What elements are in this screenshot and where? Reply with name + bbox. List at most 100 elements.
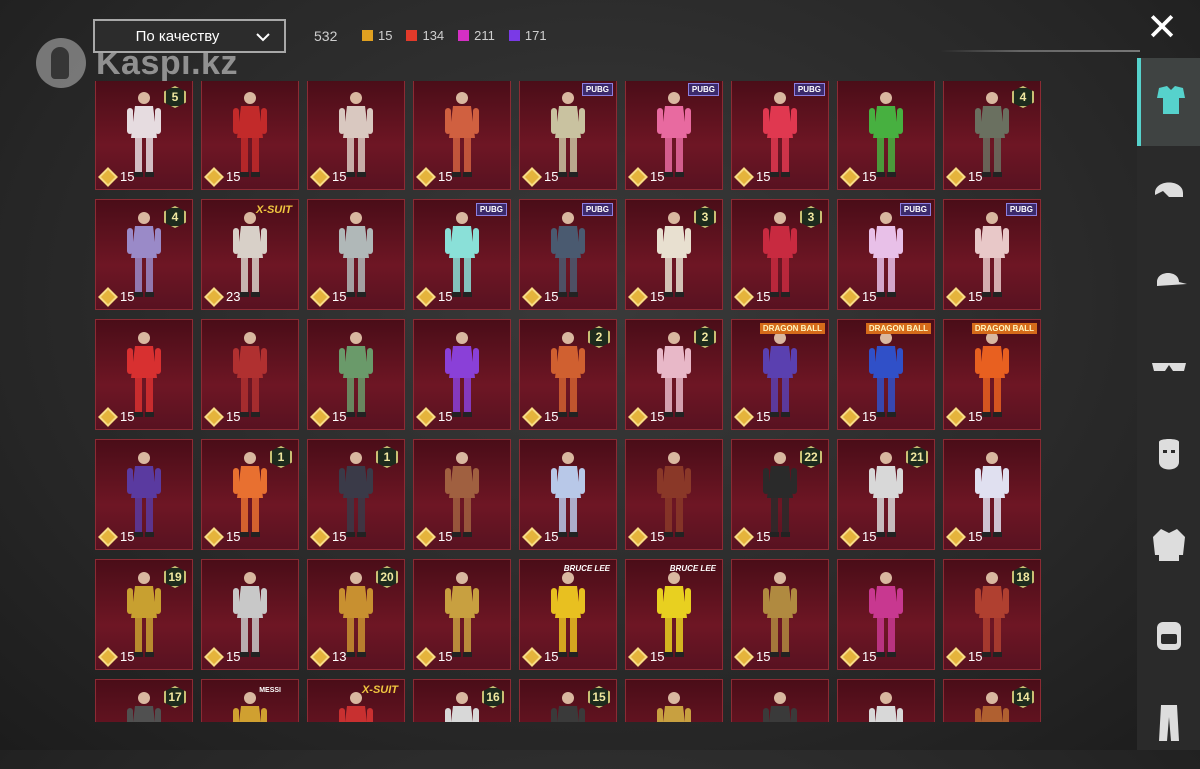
price-value: 15 (120, 529, 135, 544)
quality-count-value: 171 (524, 28, 547, 43)
outfit-card[interactable]: 15 (625, 439, 723, 550)
outfit-figure-icon (233, 332, 267, 417)
outfit-card[interactable]: 15 (943, 439, 1041, 550)
outfit-card[interactable] (731, 679, 829, 722)
outfit-card[interactable]: 5 15 (95, 81, 193, 190)
outfit-card[interactable]: 19 15 (95, 559, 193, 670)
inventory-grid[interactable]: 5 15 15 15 15 PUBG 15 PUBG 15 PUBG 15 15 4 15 4 15 X-SUI… (95, 81, 1045, 722)
outfit-card[interactable]: PUBG 15 (731, 81, 829, 190)
sidebar-item-helmet[interactable] (1137, 147, 1200, 235)
outfit-card[interactable]: 15 (307, 81, 405, 190)
outfit-card[interactable]: BRUCE LEE 15 (519, 559, 617, 670)
level-badge: 14 (1012, 686, 1034, 708)
price-value: 15 (650, 649, 665, 664)
outfit-figure-icon (657, 452, 691, 537)
outfit-card[interactable]: MESSI (201, 679, 299, 722)
outfit-card[interactable]: PUBG 15 (625, 81, 723, 190)
outfit-card[interactable]: 15 (307, 199, 405, 310)
outfit-card[interactable]: PUBG 15 (413, 199, 511, 310)
coin-icon (204, 286, 224, 307)
item-price: 15 (98, 166, 134, 187)
sort-dropdown[interactable]: По качеству (93, 19, 286, 53)
outfit-card[interactable]: 15 (307, 319, 405, 430)
sidebar-item-cap[interactable] (1137, 236, 1200, 324)
outfit-card[interactable]: 15 (519, 439, 617, 550)
outfit-card[interactable]: BRUCE LEE 15 (625, 559, 723, 670)
coin-icon (628, 286, 648, 307)
outfit-card[interactable]: 15 (201, 81, 299, 190)
coin-icon (946, 406, 966, 427)
outfit-card[interactable]: 15 (413, 559, 511, 670)
close-button[interactable]: ✕ (1142, 8, 1182, 48)
outfit-card[interactable]: DRAGON BALL 15 (837, 319, 935, 430)
outfit-card[interactable]: X-SUIT 23 (201, 199, 299, 310)
outfit-card[interactable]: DRAGON BALL 15 (943, 319, 1041, 430)
coin-icon (98, 646, 118, 667)
outfit-figure-icon (975, 452, 1009, 537)
outfit-card[interactable]: 14 (943, 679, 1041, 722)
outfit-card[interactable]: 1 15 (307, 439, 405, 550)
outfit-icon (1151, 80, 1191, 125)
outfit-card[interactable]: 15 (837, 559, 935, 670)
item-price: 15 (840, 406, 876, 427)
outfit-card[interactable]: 4 15 (943, 81, 1041, 190)
outfit-card[interactable] (625, 679, 723, 722)
level-badge: 20 (376, 566, 398, 588)
outfit-card[interactable]: 4 15 (95, 199, 193, 310)
outfit-card[interactable]: 15 (519, 679, 617, 722)
quality-count-value: 211 (474, 28, 495, 43)
outfit-card[interactable] (837, 679, 935, 722)
outfit-card[interactable]: PUBG 15 (519, 81, 617, 190)
outfit-card[interactable]: DRAGON BALL 15 (731, 319, 829, 430)
sidebar-item-mask[interactable] (1137, 414, 1200, 502)
outfit-card[interactable]: 15 (413, 319, 511, 430)
sidebar-item-pants[interactable] (1137, 681, 1200, 769)
sidebar-item-jacket[interactable] (1137, 503, 1200, 591)
outfit-card[interactable]: X-SUIT (307, 679, 405, 722)
total-count: 532 (314, 28, 338, 44)
price-value: 15 (968, 409, 983, 424)
outfit-card[interactable]: 15 (95, 439, 193, 550)
coin-icon (522, 166, 542, 187)
sidebar-item-glasses[interactable] (1137, 325, 1200, 413)
quality-count: 134 (406, 28, 444, 43)
outfit-card[interactable]: 3 15 (731, 199, 829, 310)
sidebar-item-backpack[interactable] (1137, 592, 1200, 680)
item-price: 15 (522, 646, 558, 667)
coin-icon (98, 286, 118, 307)
item-price: 15 (734, 646, 770, 667)
outfit-card[interactable]: 15 (201, 319, 299, 430)
sidebar-item-outfit[interactable] (1137, 58, 1200, 146)
outfit-card[interactable]: 15 (201, 559, 299, 670)
outfit-card[interactable]: 17 (95, 679, 193, 722)
outfit-card[interactable]: 20 13 (307, 559, 405, 670)
outfit-card[interactable]: 15 (95, 319, 193, 430)
outfit-card[interactable]: 1 15 (201, 439, 299, 550)
outfit-card[interactable]: 2 15 (519, 319, 617, 430)
price-value: 15 (332, 169, 347, 184)
outfit-card[interactable]: 18 15 (943, 559, 1041, 670)
outfit-figure-icon (975, 692, 1009, 722)
outfit-figure-icon (127, 692, 161, 722)
outfit-card[interactable]: 3 15 (625, 199, 723, 310)
outfit-card[interactable]: 15 (413, 81, 511, 190)
coin-icon (734, 286, 754, 307)
coin-icon (628, 166, 648, 187)
outfit-card[interactable]: PUBG 15 (943, 199, 1041, 310)
outfit-card[interactable]: 21 15 (837, 439, 935, 550)
glasses-icon (1149, 347, 1189, 392)
outfit-card[interactable]: PUBG 15 (519, 199, 617, 310)
collab-tag: MESSI (259, 687, 281, 694)
outfit-figure-icon (657, 332, 691, 417)
outfit-card[interactable]: 16 (413, 679, 511, 722)
outfit-card[interactable]: 15 (731, 559, 829, 670)
price-value: 15 (332, 289, 347, 304)
outfit-figure-icon (869, 452, 903, 537)
quality-count-value: 15 (378, 28, 393, 43)
outfit-card[interactable]: 2 15 (625, 319, 723, 430)
outfit-card[interactable]: 15 (413, 439, 511, 550)
coin-icon (946, 166, 966, 187)
outfit-card[interactable]: 22 15 (731, 439, 829, 550)
outfit-card[interactable]: 15 (837, 81, 935, 190)
outfit-card[interactable]: PUBG 15 (837, 199, 935, 310)
